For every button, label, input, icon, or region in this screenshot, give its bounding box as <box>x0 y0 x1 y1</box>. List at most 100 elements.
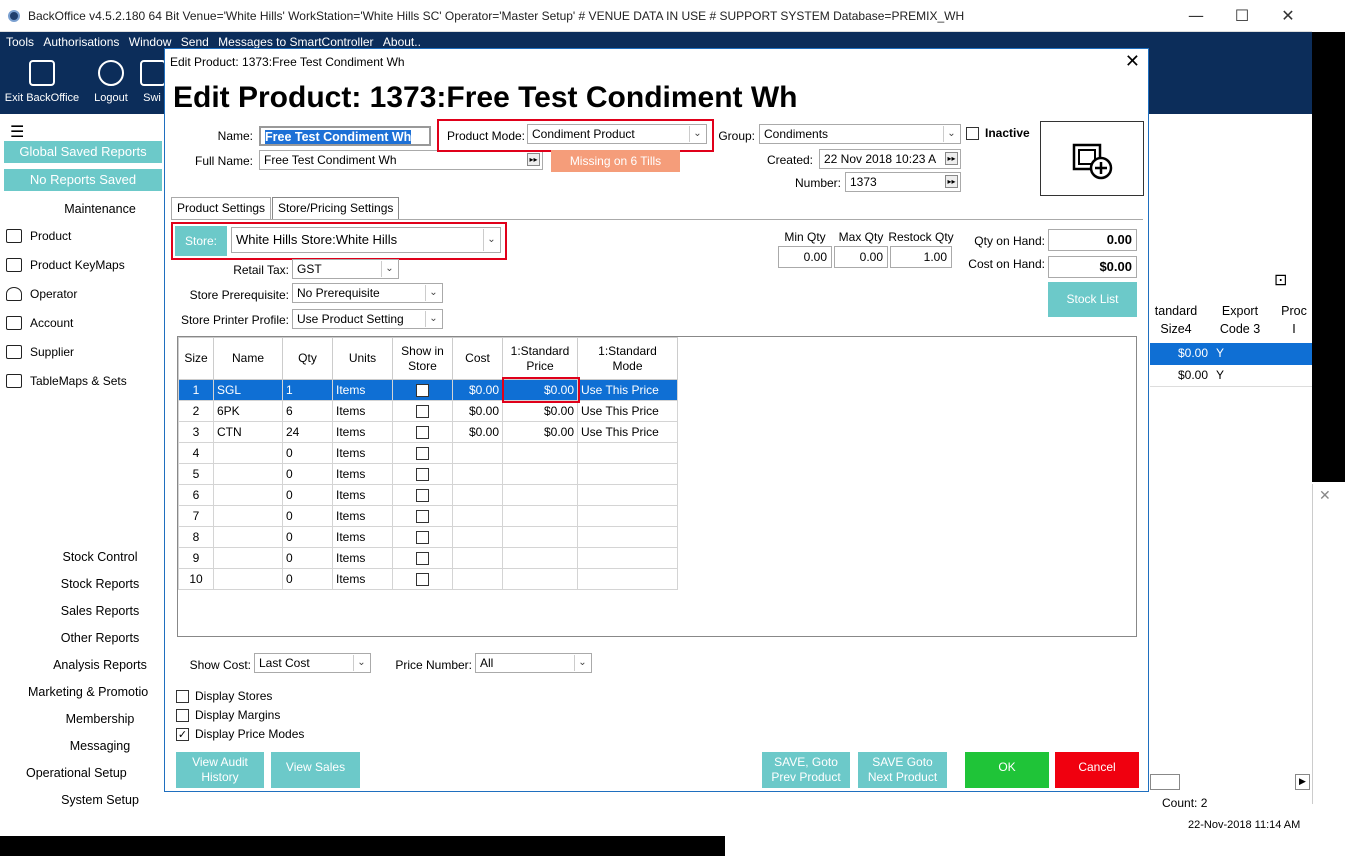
cell-show[interactable] <box>392 400 453 422</box>
expand-icon[interactable]: ▸▸ <box>945 175 958 188</box>
cell-size[interactable]: 9 <box>178 547 214 569</box>
display-price-modes-checkbox[interactable]: ✓ <box>176 728 189 741</box>
cell-show[interactable] <box>392 547 453 569</box>
show-in-store-checkbox[interactable] <box>416 426 429 440</box>
section-system-setup[interactable]: System Setup <box>0 793 200 807</box>
min-qty-field[interactable]: 0.00 <box>778 246 832 268</box>
ok-button[interactable]: OK <box>965 752 1049 788</box>
cell-cost[interactable]: $0.00 <box>452 379 503 401</box>
cell-cost[interactable] <box>452 526 503 548</box>
missing-tills-button[interactable]: Missing on 6 Tills <box>551 150 680 172</box>
cell-cost[interactable] <box>452 505 503 527</box>
dialog-close-icon[interactable]: ✕ <box>1125 51 1140 72</box>
cell-price[interactable] <box>502 547 578 569</box>
nav-tablemaps[interactable]: TableMaps & Sets <box>6 374 127 388</box>
table-row[interactable]: 1 SGL 1 Items ✓ $0.00 $0.00 Use This Price <box>178 379 678 401</box>
logout-button[interactable]: Logout <box>88 60 134 104</box>
table-row[interactable]: 7 0 Items <box>178 505 678 527</box>
cell-mode[interactable]: Use This Price <box>577 400 678 422</box>
cell-name[interactable] <box>213 505 283 527</box>
restock-field[interactable]: 1.00 <box>890 246 952 268</box>
switch-button[interactable]: Swi <box>140 60 164 104</box>
view-audit-history-button[interactable]: View Audit History <box>176 752 264 788</box>
tab-store-pricing[interactable]: Store/Pricing Settings <box>272 197 400 220</box>
cell-qty[interactable]: 0 <box>282 442 333 464</box>
table-row[interactable]: 5 0 Items <box>178 463 678 485</box>
cell-price[interactable] <box>502 505 578 527</box>
table-row[interactable]: 6 0 Items <box>178 484 678 506</box>
cell-price[interactable]: $0.00 <box>502 400 578 422</box>
inactive-checkbox[interactable] <box>966 127 979 140</box>
col-units[interactable]: Units <box>332 337 393 380</box>
cell-units[interactable]: Items <box>332 568 393 590</box>
col-size[interactable]: Size <box>178 337 214 380</box>
menu-tools[interactable]: Tools <box>6 32 34 52</box>
save-next-button[interactable]: SAVE Goto Next Product <box>858 752 947 788</box>
prereq-select[interactable]: No Prerequisite ⌄ <box>292 283 443 303</box>
col-name[interactable]: Name <box>213 337 283 380</box>
cell-cost[interactable] <box>452 484 503 506</box>
cell-mode[interactable] <box>577 505 678 527</box>
table-row[interactable]: 10 0 Items <box>178 568 678 590</box>
cell-qty[interactable]: 6 <box>282 400 333 422</box>
nav-product[interactable]: Product <box>6 229 71 243</box>
save-prev-button[interactable]: SAVE, Goto Prev Product <box>762 752 850 788</box>
bg-scroll[interactable] <box>1150 774 1180 790</box>
show-in-store-checkbox[interactable] <box>416 573 429 587</box>
cell-units[interactable]: Items <box>332 484 393 506</box>
created-field[interactable]: 22 Nov 2018 10:23 A ▸▸ <box>819 149 961 169</box>
close-icon[interactable]: ✕ <box>1319 488 1331 504</box>
cell-show[interactable] <box>392 421 453 443</box>
retail-tax-select[interactable]: GST ⌄ <box>292 259 399 279</box>
cell-mode[interactable] <box>577 526 678 548</box>
cell-mode[interactable] <box>577 484 678 506</box>
cell-name[interactable] <box>213 568 283 590</box>
cell-units[interactable]: Items <box>332 505 393 527</box>
cancel-button[interactable]: Cancel <box>1055 752 1139 788</box>
cell-cost[interactable] <box>452 442 503 464</box>
section-operational-setup[interactable]: Operational Setup <box>26 766 156 780</box>
cell-mode[interactable] <box>577 547 678 569</box>
cell-size[interactable]: 3 <box>178 421 214 443</box>
nav-operator[interactable]: Operator <box>6 287 77 301</box>
product-image[interactable] <box>1040 121 1144 196</box>
store-select[interactable]: White Hills Store:White Hills ⌄ <box>231 227 501 253</box>
table-row[interactable]: 8 0 Items <box>178 526 678 548</box>
cell-cost[interactable] <box>452 547 503 569</box>
cell-qty[interactable]: 0 <box>282 547 333 569</box>
show-in-store-checkbox[interactable]: ✓ <box>416 384 429 398</box>
cell-cost[interactable]: $0.00 <box>452 400 503 422</box>
cell-cost[interactable] <box>452 568 503 590</box>
cell-show[interactable]: ✓ <box>392 379 453 401</box>
cell-cost[interactable]: $0.00 <box>452 421 503 443</box>
cell-size[interactable]: 4 <box>178 442 214 464</box>
cell-price[interactable] <box>502 484 578 506</box>
cell-name[interactable] <box>213 547 283 569</box>
cell-name[interactable]: 6PK <box>213 400 283 422</box>
cell-price[interactable] <box>502 442 578 464</box>
expand-icon[interactable]: ▸▸ <box>527 153 540 166</box>
cell-price[interactable] <box>502 526 578 548</box>
cell-name[interactable] <box>213 463 283 485</box>
cell-qty[interactable]: 0 <box>282 526 333 548</box>
store-button[interactable]: Store: <box>175 226 227 256</box>
cell-mode[interactable] <box>577 442 678 464</box>
close-icon[interactable]: ✕ <box>1268 4 1308 28</box>
tab-product-settings[interactable]: Product Settings <box>171 197 272 219</box>
display-margins-checkbox[interactable] <box>176 709 189 722</box>
col-standard-mode[interactable]: 1:Standard Mode <box>577 337 678 380</box>
printer-select[interactable]: Use Product Setting ⌄ <box>292 309 443 329</box>
cell-units[interactable]: Items <box>332 379 393 401</box>
cell-show[interactable] <box>392 484 453 506</box>
cell-size[interactable]: 7 <box>178 505 214 527</box>
cell-name[interactable] <box>213 526 283 548</box>
cell-qty[interactable]: 0 <box>282 568 333 590</box>
cell-mode[interactable] <box>577 568 678 590</box>
cell-show[interactable] <box>392 505 453 527</box>
minimize-icon[interactable]: — <box>1176 4 1216 28</box>
show-in-store-checkbox[interactable] <box>416 552 429 566</box>
name-field[interactable]: Free Test Condiment Wh <box>259 126 431 146</box>
view-sales-button[interactable]: View Sales <box>271 752 360 788</box>
cell-size[interactable]: 6 <box>178 484 214 506</box>
menu-authorisations[interactable]: Authorisations <box>43 32 119 52</box>
